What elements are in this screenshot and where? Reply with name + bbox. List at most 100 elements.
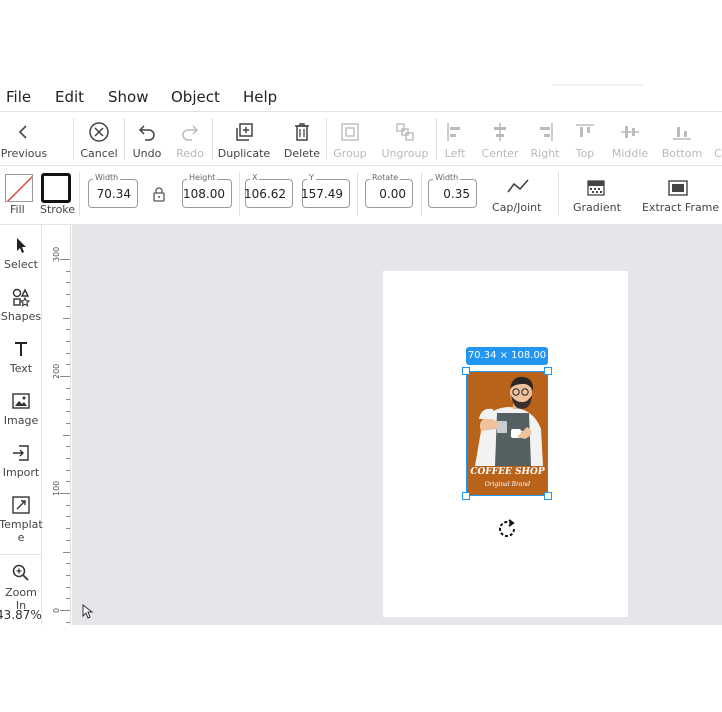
ruler-tick <box>66 563 70 565</box>
ruler-tick <box>66 481 70 483</box>
resize-handle-top-right[interactable] <box>544 367 552 375</box>
align-bottom-icon <box>673 127 691 140</box>
ruler-tick <box>66 399 70 401</box>
previous-button[interactable]: Previous <box>0 113 48 163</box>
delete-label: Delete <box>283 147 321 160</box>
group-button[interactable]: Group <box>330 113 370 163</box>
ungroup-button[interactable]: Ungroup <box>378 113 432 163</box>
gradient-label: Gradient <box>573 201 621 214</box>
y-caption: Y <box>307 173 316 183</box>
resize-handle-bottom-left[interactable] <box>462 492 470 500</box>
ruler-tick <box>66 329 70 331</box>
align-left-icon <box>447 123 460 141</box>
toolbar-separator <box>124 118 125 160</box>
zoom-level: 43.87% <box>0 608 42 622</box>
cap-joint-button[interactable]: Cap/Joint <box>490 176 546 216</box>
panel-divider <box>0 554 42 555</box>
selection-size-badge: 70.34 × 108.00 <box>466 347 548 365</box>
select-label: Select <box>4 258 38 271</box>
align-bottom-button[interactable]: Bottom <box>660 113 704 163</box>
ruler-tick <box>66 528 70 530</box>
group-label: Group <box>333 147 367 160</box>
toolbar-separator <box>357 172 358 216</box>
stroke-label: Stroke <box>40 203 76 216</box>
x-caption: X <box>250 173 260 183</box>
toolbar-separator <box>239 172 240 216</box>
main-toolbar: Previous Cancel Undo Redo Duplicate Dele… <box>0 113 722 165</box>
extract-frame-button[interactable]: Extract Frame <box>640 178 719 216</box>
align-right-icon <box>540 123 553 141</box>
stroke-width-value: 0.35 <box>443 187 470 201</box>
delete-button[interactable]: Delete <box>280 113 324 163</box>
align-right-button[interactable]: Right <box>528 113 562 163</box>
align-top-button[interactable]: Top <box>570 113 600 163</box>
gradient-icon <box>587 180 605 196</box>
ruler-tick <box>60 259 70 260</box>
image-tool[interactable]: Image <box>0 391 42 427</box>
group-icon <box>341 123 359 141</box>
rotate-field[interactable]: Rotate 0.00 <box>365 173 413 208</box>
align-left-label: Left <box>444 147 466 160</box>
align-left-button[interactable]: Left <box>440 113 470 163</box>
stroke-width-field[interactable]: Width 0.35 <box>428 173 477 208</box>
polyline-icon <box>507 179 529 193</box>
ungroup-icon <box>396 123 414 141</box>
import-icon <box>13 445 29 461</box>
shapes-tool[interactable]: Shapes <box>0 287 42 323</box>
ruler-tick <box>66 282 70 284</box>
duplicate-button[interactable]: Duplicate <box>216 113 272 163</box>
template-tool[interactable]: Templat e <box>0 495 43 544</box>
menu-file[interactable]: File <box>6 88 31 106</box>
toolbar-separator <box>421 172 422 216</box>
ruler-tick <box>60 610 70 611</box>
cancel-circle-icon <box>89 122 109 142</box>
text-tool[interactable]: Text <box>0 339 42 375</box>
align-top-icon <box>576 124 594 137</box>
fill-swatch[interactable] <box>5 174 33 202</box>
template-icon <box>12 496 30 514</box>
height-field[interactable]: Height 108.00 <box>182 173 232 208</box>
menu-object[interactable]: Object <box>171 88 220 106</box>
align-middle-button[interactable]: Middle <box>608 113 652 163</box>
ruler-tick <box>63 434 70 436</box>
ruler-tick <box>66 270 70 272</box>
menu-help[interactable]: Help <box>243 88 277 106</box>
ruler-tick <box>66 422 70 424</box>
y-field[interactable]: Y 157.49 <box>301 173 350 208</box>
redo-label: Redo <box>176 147 204 160</box>
resize-handle-bottom-right[interactable] <box>544 492 552 500</box>
overflow-toolbar-button[interactable]: C <box>714 113 722 163</box>
zoom-in-button[interactable]: Zoom In <box>0 563 42 612</box>
import-tool[interactable]: Import <box>0 443 42 479</box>
shapes-label: Shapes <box>0 310 42 323</box>
redo-button[interactable]: Redo <box>170 113 210 163</box>
duplicate-icon <box>236 123 253 141</box>
height-value: 108.00 <box>183 187 225 201</box>
x-field[interactable]: X 106.62 <box>244 173 293 208</box>
ruler-tick <box>63 551 70 553</box>
rotate-handle-icon[interactable] <box>496 518 518 540</box>
cancel-button[interactable]: Cancel <box>76 113 122 163</box>
select-tool[interactable]: Select <box>0 235 42 271</box>
undo-button[interactable]: Undo <box>126 113 168 163</box>
ruler-tick <box>66 539 70 541</box>
resize-handle-top-left[interactable] <box>462 367 470 375</box>
align-center-button[interactable]: Center <box>480 113 520 163</box>
width-field[interactable]: Width 70.34 <box>88 173 138 208</box>
lock-icon[interactable] <box>152 186 166 202</box>
menu-edit[interactable]: Edit <box>55 88 84 106</box>
height-caption: Height <box>187 173 218 183</box>
undo-label: Undo <box>132 147 162 160</box>
stroke-swatch[interactable] <box>41 173 71 203</box>
stroke-width-caption: Width <box>433 173 461 183</box>
ruler-tick <box>63 317 70 319</box>
align-middle-label: Middle <box>611 147 649 160</box>
menu-show[interactable]: Show <box>108 88 148 106</box>
cap-joint-label: Cap/Joint <box>492 201 542 214</box>
undo-icon <box>138 125 155 141</box>
gradient-button[interactable]: Gradient <box>570 178 624 216</box>
no-fill-slash-icon <box>6 175 32 201</box>
toolbar-separator <box>326 118 327 160</box>
tools-panel: Select Shapes Text Image Import Templat … <box>0 225 43 625</box>
menu-divider <box>553 84 643 86</box>
